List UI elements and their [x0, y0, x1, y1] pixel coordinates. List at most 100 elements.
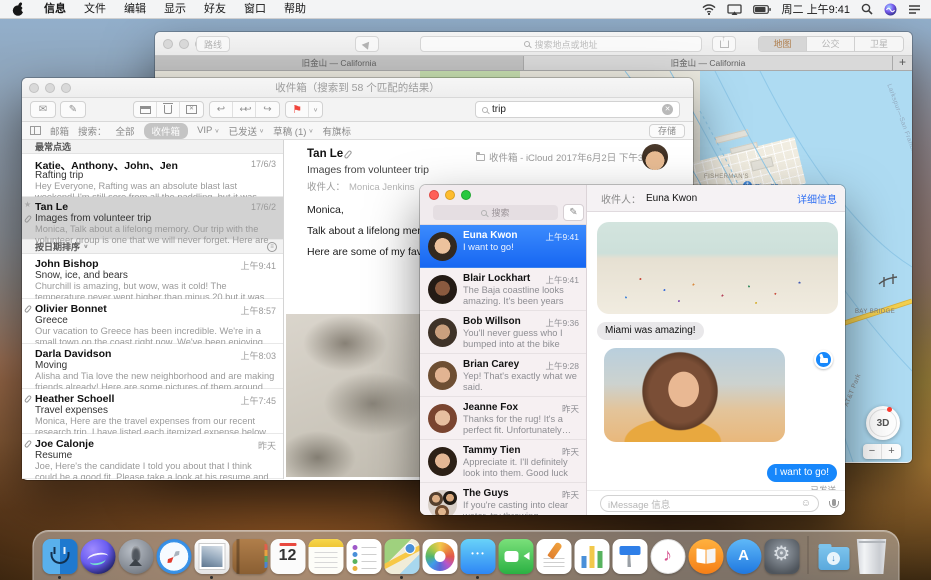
- archive-button[interactable]: [134, 102, 157, 117]
- mail-list-row[interactable]: Joe Calonje昨天ResumeJoe, Here's the candi…: [22, 434, 283, 479]
- map-3d-compass-button[interactable]: 3D: [866, 406, 900, 440]
- messages-search-field[interactable]: 搜索: [433, 205, 558, 220]
- dock-item-downloads[interactable]: [816, 539, 851, 574]
- airplay-display-icon[interactable]: [727, 4, 742, 15]
- segment-transit[interactable]: 公交: [807, 37, 855, 51]
- dock-item-itunes[interactable]: [650, 539, 685, 574]
- battery-icon[interactable]: [753, 5, 771, 14]
- notification-center-icon[interactable]: [908, 4, 921, 15]
- mail-list-row[interactable]: Darla Davidson上午8:03MovingAlisha and Tia…: [22, 344, 283, 389]
- messages-window[interactable]: 搜索 ✎ Euna Kwon上午9:41I want to go!Blair L…: [420, 185, 845, 515]
- maps-search-field[interactable]: 搜索地点或地址: [420, 36, 702, 52]
- new-tab-button[interactable]: +: [893, 56, 912, 70]
- imessage-input[interactable]: iMessage 信息: [600, 495, 819, 512]
- zoom-out-button[interactable]: −: [863, 444, 882, 459]
- dock-item-siri[interactable]: [80, 539, 115, 574]
- conversation-row[interactable]: Bob Willson上午9:36You'll never guess who …: [420, 311, 586, 354]
- mailbox-list-icon[interactable]: [30, 126, 41, 135]
- microphone-icon[interactable]: [832, 499, 836, 506]
- menu-item-0[interactable]: 信息: [35, 3, 75, 15]
- dock-item-pages[interactable]: [536, 539, 571, 574]
- dock-item-keynote[interactable]: [612, 539, 647, 574]
- mail-scope-1[interactable]: 收件箱: [144, 123, 189, 139]
- map-tab-1[interactable]: 旧金山 — California: [155, 56, 524, 70]
- share-button[interactable]: [712, 36, 736, 52]
- siri-icon[interactable]: [884, 3, 897, 16]
- conversation-row[interactable]: Jeanne Fox昨天Thanks for the rug! It's a p…: [420, 397, 586, 440]
- menu-item-6[interactable]: 帮助: [275, 3, 315, 15]
- reply-all-button[interactable]: ↩↩: [233, 102, 256, 117]
- dock-item-safari[interactable]: [156, 539, 191, 574]
- dock-item-calendar[interactable]: 12: [270, 539, 305, 574]
- dock-item-sysprefs[interactable]: [764, 539, 799, 574]
- menu-item-2[interactable]: 编辑: [115, 3, 155, 15]
- reply-button[interactable]: ↩: [210, 102, 233, 117]
- mail-scope-2[interactable]: VIP: [197, 125, 219, 136]
- mail-list-row[interactable]: Heather Schoell上午7:45Travel expensesMoni…: [22, 389, 283, 434]
- spotlight-icon[interactable]: [861, 3, 873, 15]
- apple-menu[interactable]: [12, 2, 25, 17]
- emoji-picker-icon[interactable]: [801, 498, 811, 509]
- conversation-row[interactable]: The Guys昨天If you're casting into clear w…: [420, 483, 586, 515]
- chevron-down-icon[interactable]: [83, 241, 89, 252]
- compose-button[interactable]: ✎: [60, 101, 86, 118]
- mail-list-row[interactable]: Tan Le17/6/2Images from volunteer tripMo…: [22, 197, 283, 240]
- mailbox-label[interactable]: 邮箱: [50, 124, 69, 138]
- mail-scope-5[interactable]: 有旗标: [323, 124, 352, 138]
- mail-list-row[interactable]: Olivier Bonnet上午8:57GreeceOur vacation t…: [22, 299, 283, 344]
- messages-traffic-lights[interactable]: [429, 190, 471, 200]
- current-location-button[interactable]: [355, 36, 379, 52]
- mail-scope-3[interactable]: 已发送: [229, 124, 265, 138]
- mail-list-row[interactable]: John Bishop上午9:41Snow, ice, and bearsChu…: [22, 254, 283, 299]
- menu-item-1[interactable]: 文件: [75, 3, 115, 15]
- menu-clock[interactable]: 周二 上午9:41: [782, 1, 850, 17]
- mail-list-row[interactable]: Katie、Anthony、John、Jen17/6/3Rafting trip…: [22, 154, 283, 197]
- chat-transcript[interactable]: Miami was amazing!I want to go!已发送: [587, 212, 845, 490]
- dock-item-numbers[interactable]: [574, 539, 609, 574]
- directions-button[interactable]: 路线: [196, 36, 230, 52]
- conversation-row[interactable]: Tammy Tien昨天Appreciate it. I'll definite…: [420, 440, 586, 483]
- mail-scope-4[interactable]: 草稿 (1): [273, 124, 313, 138]
- forward-button[interactable]: ↪: [256, 102, 279, 117]
- dock-item-appstore[interactable]: [726, 539, 761, 574]
- dock-item-trash[interactable]: [854, 539, 889, 574]
- menu-bar: 信息文件编辑显示好友窗口帮助 周二 上午9:41: [0, 0, 931, 19]
- get-mail-button[interactable]: ✉: [30, 101, 56, 118]
- conversation-row[interactable]: Euna Kwon上午9:41I want to go!: [420, 225, 586, 268]
- dock-item-facetime[interactable]: [498, 539, 533, 574]
- dock-item-finder[interactable]: [42, 539, 77, 574]
- details-button[interactable]: 详细信息: [797, 191, 837, 206]
- zoom-in-button[interactable]: +: [882, 444, 901, 459]
- conversation-row[interactable]: Brian Carey上午9:28Yep! That's exactly wha…: [420, 354, 586, 397]
- mail-search-field[interactable]: trip: [475, 101, 680, 118]
- photo-message-beach[interactable]: [597, 222, 838, 314]
- flag-button[interactable]: ⚑: [286, 102, 309, 117]
- dock-item-notes[interactable]: [308, 539, 343, 574]
- map-tab-2[interactable]: 旧金山 — California: [524, 56, 893, 70]
- dock-item-photos[interactable]: [422, 539, 457, 574]
- mail-scope-0[interactable]: 全部: [116, 124, 135, 138]
- dock-item-contacts[interactable]: [232, 539, 267, 574]
- conversation-row[interactable]: Blair Lockhart上午9:41The Baja coastline l…: [420, 268, 586, 311]
- dock-item-ibooks[interactable]: [688, 539, 723, 574]
- save-search-button[interactable]: 存储: [649, 124, 685, 138]
- delete-button[interactable]: [157, 102, 180, 117]
- menu-item-4[interactable]: 好友: [195, 3, 235, 15]
- dock-item-messages[interactable]: [460, 539, 495, 574]
- mail-traffic-lights[interactable]: [29, 83, 71, 93]
- menu-item-3[interactable]: 显示: [155, 3, 195, 15]
- menu-item-5[interactable]: 窗口: [235, 3, 275, 15]
- dock-item-maps[interactable]: [384, 539, 419, 574]
- segment-satellite[interactable]: 卫星: [855, 37, 903, 51]
- new-message-button[interactable]: ✎: [563, 204, 584, 221]
- tapback-thumbs-up-icon[interactable]: [814, 350, 833, 369]
- flag-menu-button[interactable]: [309, 102, 322, 117]
- dock-item-launchpad[interactable]: [118, 539, 153, 574]
- junk-button[interactable]: ✕: [180, 102, 203, 117]
- dock-item-mail[interactable]: [194, 539, 229, 574]
- photo-message-portrait[interactable]: [604, 348, 785, 442]
- segment-map[interactable]: 地图: [759, 37, 807, 51]
- wifi-icon[interactable]: [702, 4, 716, 15]
- clear-search-icon[interactable]: [662, 104, 673, 115]
- dock-item-reminders[interactable]: [346, 539, 381, 574]
